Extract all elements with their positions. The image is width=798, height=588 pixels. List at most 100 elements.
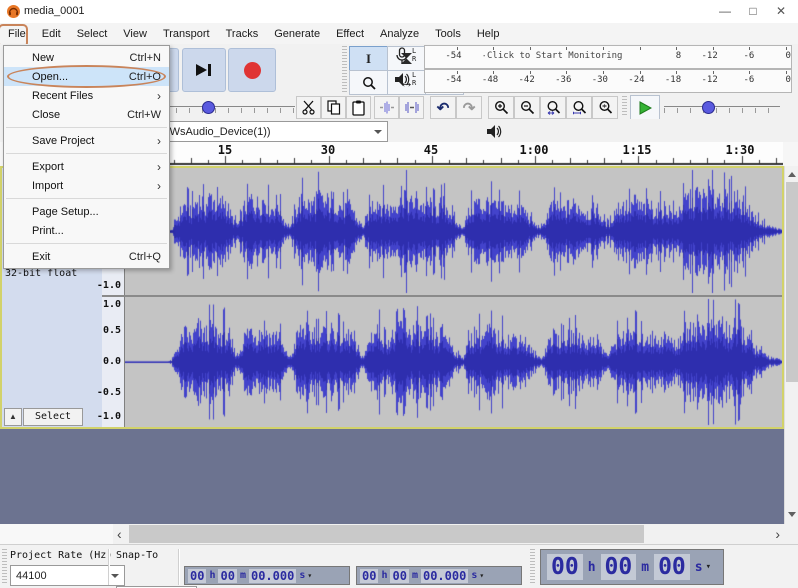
skip-to-end-button[interactable]: [182, 48, 226, 92]
submenu-arrow-icon: ›: [157, 88, 161, 103]
paste-icon: [352, 100, 365, 116]
submenu-arrow-icon: ›: [157, 159, 161, 174]
scroll-up-icon[interactable]: [788, 172, 796, 177]
silence-audio-button[interactable]: [399, 96, 424, 119]
fit-project-icon: [572, 100, 586, 115]
collapse-track-button[interactable]: ▲: [4, 408, 22, 426]
scroll-down-icon[interactable]: [788, 512, 796, 517]
project-rate-label: Project Rate (Hz): [10, 550, 113, 561]
zoom-in-button[interactable]: [488, 96, 514, 119]
menu-tracks[interactable]: Tracks: [218, 25, 267, 43]
fit-project-button[interactable]: [566, 96, 592, 119]
undo-button[interactable]: ↶: [430, 96, 456, 119]
play-at-speed-button[interactable]: [630, 95, 660, 120]
redo-button[interactable]: ↷: [456, 96, 482, 119]
zoom-toggle-button[interactable]: [592, 96, 618, 119]
menu-item-new[interactable]: New Ctrl+N: [4, 48, 169, 67]
zoom-tool-button[interactable]: [349, 70, 388, 95]
chevron-down-icon: [111, 574, 119, 578]
track-format-label: 32-bit float: [5, 268, 78, 279]
chevron-down-icon: [374, 130, 382, 134]
vertical-ruler-channel-2[interactable]: 1.0 0.5 0.0 -0.5 -1.0: [97, 297, 125, 427]
menu-item-print[interactable]: Print...: [4, 221, 169, 240]
menu-effect[interactable]: Effect: [328, 25, 372, 43]
cut-button[interactable]: [296, 96, 321, 119]
field-dropdown-icon: ▾: [307, 571, 313, 580]
recording-volume-thumb[interactable]: [202, 101, 215, 114]
fit-selection-button[interactable]: [540, 96, 566, 119]
separator: [178, 549, 179, 585]
menu-transport[interactable]: Transport: [155, 25, 218, 43]
playback-meter[interactable]: -54 -48 -42 -36 -30 -24 -18 -12 -6 0: [424, 69, 792, 93]
play-at-speed-icon: [639, 100, 652, 115]
recording-volume-slider[interactable]: [150, 97, 295, 117]
menu-item-close[interactable]: Close Ctrl+W: [4, 105, 169, 124]
menu-select[interactable]: Select: [69, 25, 116, 43]
zoom-toggle-icon: [598, 100, 612, 114]
menu-edit[interactable]: Edit: [34, 25, 69, 43]
empty-track-area[interactable]: [0, 429, 784, 524]
horizontal-scroll-thumb[interactable]: [129, 525, 644, 543]
vertical-scrollbar[interactable]: [784, 166, 798, 524]
menu-generate[interactable]: Generate: [266, 25, 328, 43]
menu-item-exit[interactable]: Exit Ctrl+Q: [4, 247, 169, 266]
paste-button[interactable]: [346, 96, 371, 119]
time-toolbar-gripper[interactable]: [530, 549, 535, 585]
menu-item-save-project[interactable]: Save Project ›: [4, 131, 169, 150]
menu-analyze[interactable]: Analyze: [372, 25, 427, 43]
menu-item-export[interactable]: Export ›: [4, 157, 169, 176]
record-meter-lr: LR: [412, 47, 417, 63]
play-speed-gripper[interactable]: [622, 96, 627, 117]
scrollbar-left-spacer: [0, 524, 113, 544]
minimize-button[interactable]: —: [718, 4, 732, 18]
scrollbar-corner: [784, 524, 798, 544]
maximize-button[interactable]: □: [746, 4, 760, 18]
menu-item-page-setup[interactable]: Page Setup...: [4, 202, 169, 221]
track-select-button[interactable]: Select: [23, 408, 83, 426]
zoom-out-button[interactable]: [514, 96, 540, 119]
copy-button[interactable]: [321, 96, 346, 119]
menu-item-import[interactable]: Import ›: [4, 176, 169, 195]
menu-view[interactable]: View: [115, 25, 155, 43]
speaker-icon: [395, 73, 410, 86]
menu-file[interactable]: File: [0, 23, 34, 48]
waveform-channel-1[interactable]: [125, 168, 782, 295]
playback-device-speaker-icon: [487, 125, 502, 138]
title-bar: media_0001 — □ ✕: [0, 0, 798, 24]
menu-item-recent-files[interactable]: Recent Files ›: [4, 86, 169, 105]
selection-toolbar-gripper[interactable]: [2, 549, 7, 585]
menu-item-open[interactable]: Open... Ctrl+O: [4, 65, 169, 88]
record-icon: [243, 61, 261, 79]
scroll-right-icon[interactable]: ›: [775, 527, 780, 541]
vertical-scroll-thumb[interactable]: [786, 182, 798, 382]
play-meter-lr: LR: [412, 71, 417, 87]
audacity-window: media_0001 — □ ✕ File Edit Select View T…: [0, 0, 798, 588]
zoom-out-icon: [520, 100, 534, 115]
menu-help[interactable]: Help: [469, 25, 508, 43]
selection-end-field[interactable]: 00 h 00 m 00.000 s ▾: [356, 566, 522, 585]
audio-position-field[interactable]: 00 h 00 m 00 s ▾: [540, 549, 724, 585]
menu-tools[interactable]: Tools: [427, 25, 469, 43]
close-button[interactable]: ✕: [774, 4, 788, 18]
scroll-left-icon[interactable]: ‹: [117, 527, 122, 541]
timeline-ruler[interactable]: 15 30 45 1:00 1:15 1:30: [122, 142, 783, 166]
window-title: media_0001: [24, 5, 85, 17]
collapse-icon: ▲: [9, 412, 17, 421]
monitoring-text[interactable]: Click to Start Monitoring: [485, 51, 625, 61]
record-meter[interactable]: -54 -48 8 -12 -6 0 Click to Start Monito…: [424, 45, 792, 69]
playback-speed-thumb[interactable]: [702, 101, 715, 114]
record-button[interactable]: [228, 48, 276, 92]
tools-toolbar-gripper[interactable]: [342, 46, 347, 94]
selection-start-field[interactable]: 00 h 00 m 00.000 s ▾: [184, 566, 350, 585]
recording-device-combo[interactable]: (WsAudio_Device(1)): [160, 121, 388, 142]
audacity-logo-icon: [7, 5, 20, 18]
microphone-icon: [396, 47, 408, 64]
selection-tool-button[interactable]: I: [349, 46, 388, 71]
menu-separator: [6, 153, 167, 154]
trim-audio-icon: [379, 101, 394, 114]
waveform-channel-2[interactable]: [125, 297, 782, 427]
trim-audio-button[interactable]: [374, 96, 399, 119]
playback-speed-slider[interactable]: [664, 97, 780, 117]
horizontal-scrollbar[interactable]: ‹ ›: [113, 524, 784, 544]
submenu-arrow-icon: ›: [157, 178, 161, 193]
